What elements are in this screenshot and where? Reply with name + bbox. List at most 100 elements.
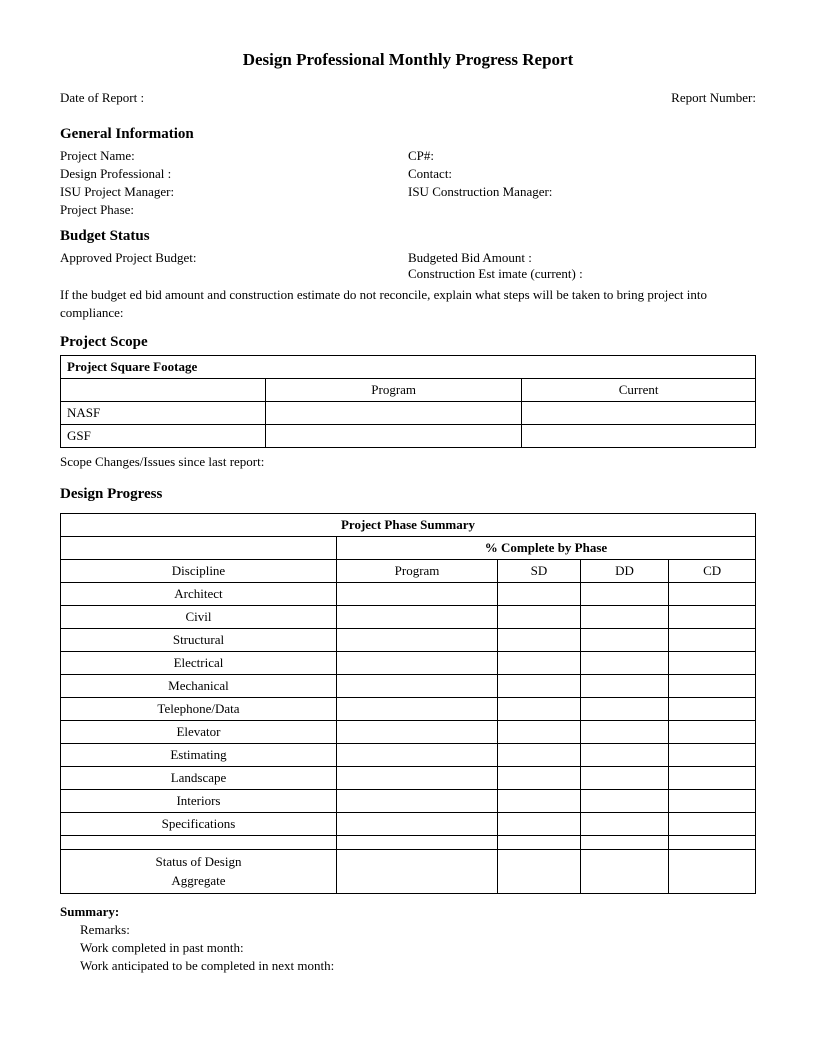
- empty-row-1-col1: [61, 836, 337, 850]
- row-electrical-cd: [669, 652, 756, 675]
- row-telephone-dd: [580, 698, 669, 721]
- row-civil-cd: [669, 606, 756, 629]
- row-status-dd: [580, 850, 669, 893]
- report-meta: Date of Report : Report Number:: [60, 90, 756, 106]
- row-status-sd: [498, 850, 581, 893]
- row-elevator-sd: [498, 721, 581, 744]
- general-info-grid: Project Name: CP#: Design Professional :…: [60, 148, 756, 218]
- contact-label: Contact:: [408, 166, 756, 182]
- row-interiors-cd: [669, 790, 756, 813]
- row-telephone-program: [336, 698, 497, 721]
- budgeted-bid-label: Budgeted Bid Amount :: [408, 250, 756, 266]
- row-structural: Structural: [61, 629, 337, 652]
- phase-table: Project Phase Summary % Complete by Phas…: [60, 513, 756, 893]
- row-elevator-dd: [580, 721, 669, 744]
- row-interiors-sd: [498, 790, 581, 813]
- general-info-title: General Information: [60, 126, 756, 143]
- row-architect-sd: [498, 583, 581, 606]
- row-structural-cd: [669, 629, 756, 652]
- row-electrical: Electrical: [61, 652, 337, 675]
- row-civil: Civil: [61, 606, 337, 629]
- scope-col-current: Current: [522, 379, 756, 402]
- row-estimating-sd: [498, 744, 581, 767]
- row-electrical-program: [336, 652, 497, 675]
- isu-project-manager-label: ISU Project Manager:: [60, 184, 408, 200]
- summary-section: Summary: Remarks: Work completed in past…: [60, 904, 756, 974]
- budget-note: If the budget ed bid amount and construc…: [60, 286, 756, 322]
- row-architect: Architect: [61, 583, 337, 606]
- row-interiors-program: [336, 790, 497, 813]
- row-landscape-sd: [498, 767, 581, 790]
- nasf-current: [522, 402, 756, 425]
- scope-col-empty: [61, 379, 266, 402]
- project-phase-value: [408, 202, 756, 218]
- row-landscape-program: [336, 767, 497, 790]
- row-landscape: Landscape: [61, 767, 337, 790]
- phase-percent-header: % Complete by Phase: [336, 537, 755, 560]
- budget-title: Budget Status: [60, 228, 756, 245]
- col-sd: SD: [498, 560, 581, 583]
- page-title: Design Professional Monthly Progress Rep…: [60, 50, 756, 70]
- row-specifications-program: [336, 813, 497, 836]
- row-elevator: Elevator: [61, 721, 337, 744]
- row-mechanical-dd: [580, 675, 669, 698]
- gsf-current: [522, 425, 756, 448]
- row-electrical-dd: [580, 652, 669, 675]
- row-status-program: [336, 850, 497, 893]
- scope-changes: Scope Changes/Issues since last report:: [60, 454, 756, 470]
- row-structural-program: [336, 629, 497, 652]
- row-estimating-dd: [580, 744, 669, 767]
- nasf-label: NASF: [61, 402, 266, 425]
- project-scope-title: Project Scope: [60, 334, 756, 351]
- row-estimating-cd: [669, 744, 756, 767]
- row-specifications-cd: [669, 813, 756, 836]
- row-telephone-cd: [669, 698, 756, 721]
- col-dd: DD: [580, 560, 669, 583]
- empty-row-1-col2: [336, 836, 497, 850]
- project-name-label: Project Name:: [60, 148, 408, 164]
- row-civil-dd: [580, 606, 669, 629]
- row-landscape-dd: [580, 767, 669, 790]
- gsf-program: [266, 425, 522, 448]
- row-status-cd: [669, 850, 756, 893]
- row-specifications: Specifications: [61, 813, 337, 836]
- empty-row-1-col3: [498, 836, 581, 850]
- row-structural-dd: [580, 629, 669, 652]
- scope-table-header: Project Square Footage: [61, 356, 756, 379]
- project-phase-label: Project Phase:: [60, 202, 408, 218]
- row-mechanical: Mechanical: [61, 675, 337, 698]
- row-landscape-cd: [669, 767, 756, 790]
- phase-summary-header: Project Phase Summary: [61, 514, 756, 537]
- row-architect-program: [336, 583, 497, 606]
- row-telephone-data: Telephone/Data: [61, 698, 337, 721]
- nasf-program: [266, 402, 522, 425]
- row-interiors-dd: [580, 790, 669, 813]
- row-mechanical-sd: [498, 675, 581, 698]
- row-estimating: Estimating: [61, 744, 337, 767]
- work-completed-line: Work completed in past month:: [60, 940, 756, 956]
- summary-label: Summary:: [60, 904, 119, 919]
- col-cd: CD: [669, 560, 756, 583]
- col-discipline: Discipline: [61, 560, 337, 583]
- remarks-line: Remarks:: [60, 922, 756, 938]
- empty-row-1-col5: [669, 836, 756, 850]
- design-professional-label: Design Professional :: [60, 166, 408, 182]
- row-status-design: Status of DesignAggregate: [61, 850, 337, 893]
- isu-construction-manager-label: ISU Construction Manager:: [408, 184, 756, 200]
- row-electrical-sd: [498, 652, 581, 675]
- row-estimating-program: [336, 744, 497, 767]
- report-number-label: Report Number:: [671, 90, 756, 106]
- date-of-report-label: Date of Report :: [60, 90, 144, 106]
- phase-col-empty: [61, 537, 337, 560]
- row-specifications-sd: [498, 813, 581, 836]
- row-specifications-dd: [580, 813, 669, 836]
- row-elevator-program: [336, 721, 497, 744]
- row-mechanical-cd: [669, 675, 756, 698]
- row-architect-dd: [580, 583, 669, 606]
- col-program: Program: [336, 560, 497, 583]
- work-anticipated-line: Work anticipated to be completed in next…: [60, 958, 756, 974]
- design-progress-title: Design Progress: [60, 486, 756, 503]
- row-mechanical-program: [336, 675, 497, 698]
- row-structural-sd: [498, 629, 581, 652]
- row-elevator-cd: [669, 721, 756, 744]
